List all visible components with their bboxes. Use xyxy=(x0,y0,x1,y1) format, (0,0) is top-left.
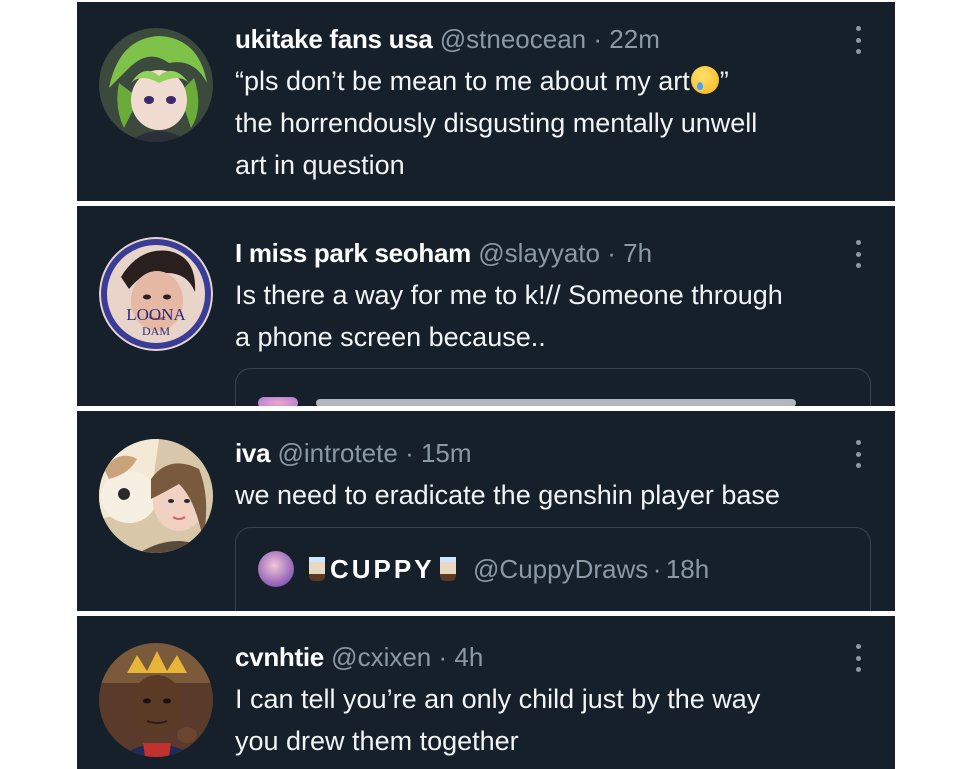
tweet-text: Is there a way for me to k!// Someone th… xyxy=(235,274,875,358)
avatar[interactable] xyxy=(99,439,213,553)
more-options-icon[interactable] xyxy=(855,26,861,54)
tweet-header: iva @introtete · 15m xyxy=(235,438,472,469)
display-name[interactable]: iva xyxy=(235,438,271,468)
handle[interactable]: @stneocean xyxy=(440,24,586,54)
person-with-plush-icon xyxy=(99,439,213,553)
tweet-text: “pls don’t be mean to me about my art ” t… xyxy=(235,60,875,186)
person-with-crown-icon xyxy=(99,643,213,757)
avatar[interactable]: LOONA DAM xyxy=(99,237,213,351)
avatar[interactable] xyxy=(99,28,213,142)
separator: · xyxy=(593,24,603,54)
separator: · xyxy=(652,554,662,584)
timestamp[interactable]: 7h xyxy=(623,238,652,268)
quoted-timestamp[interactable]: 18h xyxy=(666,554,709,584)
avatar-frame-label: LOONA DAM xyxy=(103,305,209,339)
quoted-avatar-icon[interactable] xyxy=(258,551,294,587)
quoted-header-cutoff xyxy=(316,399,796,406)
more-options-icon[interactable] xyxy=(855,644,861,672)
timestamp[interactable]: 4h xyxy=(454,642,483,672)
bubble-tea-emoji-icon xyxy=(309,557,325,581)
separator: · xyxy=(438,642,448,672)
quoted-tweet-header: CUPPY @CuppyDraws · 18h xyxy=(258,551,709,587)
quoted-tweet-card[interactable] xyxy=(235,368,871,406)
handle[interactable]: @slayyato xyxy=(478,238,600,268)
tweet-text-line: art in question xyxy=(235,150,405,180)
display-name[interactable]: I miss park seoham xyxy=(235,238,471,268)
tweet-header: I miss park seoham @slayyato · 7h xyxy=(235,238,652,269)
display-name[interactable]: cvnhtie xyxy=(235,642,324,672)
separator: · xyxy=(405,438,414,468)
tweet-text: I can tell you’re an only child just by … xyxy=(235,678,875,762)
crying-face-emoji-icon xyxy=(690,66,719,94)
tweet-text-line: Is there a way for me to k!// Someone th… xyxy=(235,280,783,310)
avatar-frame-text: DAM xyxy=(141,324,170,338)
tweet-card[interactable]: LOONA DAM I miss park seoham @slayyato ·… xyxy=(77,206,895,406)
tweet-text-line: a phone screen because.. xyxy=(235,322,546,352)
separator: · xyxy=(607,238,616,268)
quoted-tweet-card[interactable]: CUPPY @CuppyDraws · 18h xyxy=(235,527,871,611)
tweet-text-line: we need to eradicate the genshin player … xyxy=(235,480,780,510)
more-options-icon[interactable] xyxy=(855,440,861,468)
tweet-text-line: I can tell you’re an only child just by … xyxy=(235,684,761,714)
avatar-frame-text: LOONA xyxy=(126,305,186,324)
handle[interactable]: @cxixen xyxy=(331,642,431,672)
display-name[interactable]: ukitake fans usa xyxy=(235,24,433,54)
more-options-icon[interactable] xyxy=(855,240,861,268)
timestamp[interactable]: 22m xyxy=(609,24,660,54)
handle[interactable]: @introtete xyxy=(277,438,397,468)
tweet-card[interactable]: cvnhtie @cxixen · 4h I can tell you’re a… xyxy=(77,616,895,769)
tweet-text-line: “pls don’t be mean to me about my art xyxy=(235,66,690,96)
tweet-card[interactable]: ukitake fans usa @stneocean · 22m “pls d… xyxy=(77,2,895,201)
tweet-text-line: the horrendously disgusting mentally unw… xyxy=(235,108,758,138)
anime-avatar-icon xyxy=(99,28,213,142)
tweet-header: cvnhtie @cxixen · 4h xyxy=(235,642,483,673)
quoted-avatar-icon xyxy=(258,397,298,406)
quoted-display-name[interactable]: CUPPY xyxy=(330,554,435,584)
tweet-card[interactable]: iva @introtete · 15m we need to eradicat… xyxy=(77,411,895,611)
tweet-text-line: you drew them together xyxy=(235,726,519,756)
avatar[interactable] xyxy=(99,643,213,757)
quoted-handle[interactable]: @CuppyDraws xyxy=(473,554,648,584)
timestamp[interactable]: 15m xyxy=(421,438,472,468)
tweet-text: we need to eradicate the genshin player … xyxy=(235,474,875,516)
tweet-header: ukitake fans usa @stneocean · 22m xyxy=(235,24,660,55)
tweet-text-line: ” xyxy=(719,66,729,96)
bubble-tea-emoji-icon xyxy=(439,557,456,581)
